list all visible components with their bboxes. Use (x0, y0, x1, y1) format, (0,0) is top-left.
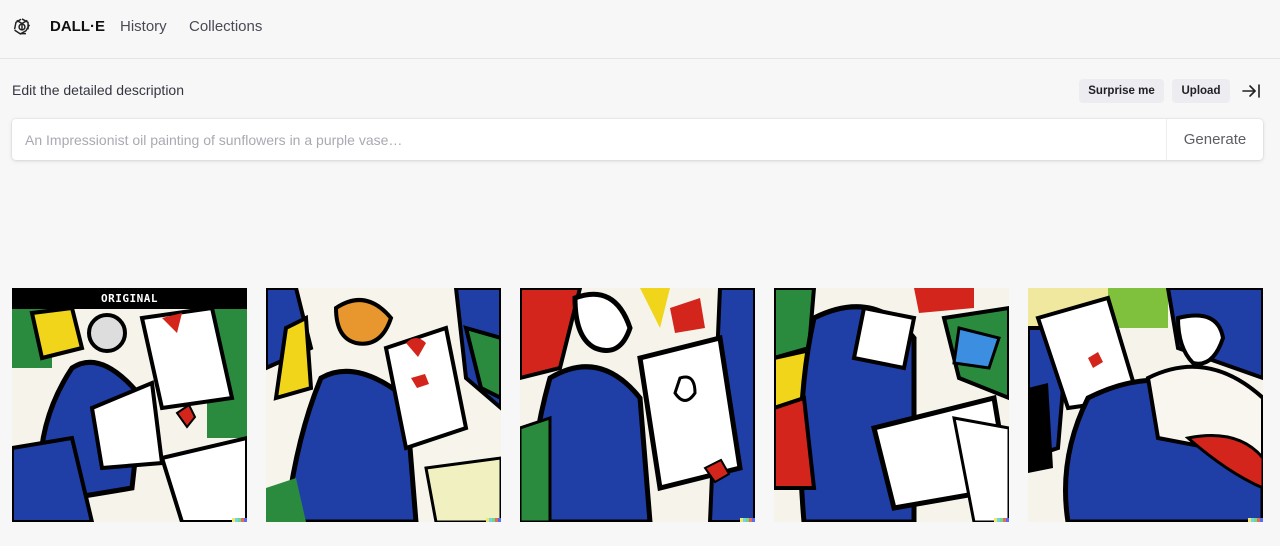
dalle-signature (486, 518, 501, 522)
dalle-signature (1248, 518, 1263, 522)
nav-item-history[interactable]: History (120, 18, 167, 35)
prompt-box: Generate (12, 119, 1263, 160)
upload-button[interactable]: Upload (1172, 79, 1230, 103)
result-image-variation-3[interactable] (774, 288, 1009, 522)
editor-heading: Edit the detailed description (12, 82, 184, 98)
artwork-variation-2 (520, 288, 755, 522)
prompt-input[interactable] (12, 119, 1166, 160)
artwork-variation-1 (266, 288, 501, 522)
result-image-variation-2[interactable] (520, 288, 755, 522)
dalle-signature (740, 518, 755, 522)
top-navigation: DALL·E History Collections (0, 0, 1280, 59)
surprise-me-button[interactable]: Surprise me (1079, 79, 1164, 103)
nav-brand-dalle[interactable]: DALL·E (50, 18, 105, 35)
result-image-original[interactable]: ORIGINAL (12, 288, 247, 522)
artwork-variation-4 (1028, 288, 1263, 522)
original-badge: ORIGINAL (12, 288, 247, 309)
result-image-variation-4[interactable] (1028, 288, 1263, 522)
artwork-original (12, 288, 247, 522)
nav-item-collections[interactable]: Collections (189, 18, 262, 35)
generate-button[interactable]: Generate (1167, 119, 1263, 160)
dalle-signature (232, 518, 247, 522)
dalle-signature (994, 518, 1009, 522)
openai-logo-icon[interactable] (11, 16, 33, 38)
artwork-variation-3 (774, 288, 1009, 522)
collapse-panel-icon[interactable] (1240, 81, 1262, 101)
result-image-variation-1[interactable] (266, 288, 501, 522)
